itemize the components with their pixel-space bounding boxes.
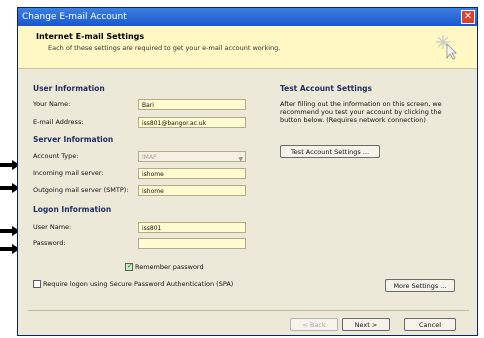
remember-password-checkbox[interactable]: ✓ xyxy=(125,262,133,271)
incoming-server-label: Incoming mail server: xyxy=(33,169,104,177)
spa-label: Require logon using Secure Password Auth… xyxy=(43,280,234,288)
chevron-down-icon: ▼ xyxy=(238,156,243,163)
window-title: Change E-mail Account xyxy=(22,12,127,22)
header-title: Internet E-mail Settings xyxy=(36,32,145,41)
your-name-label: Your Name: xyxy=(33,100,71,108)
your-name-field[interactable]: Bari xyxy=(138,99,246,110)
more-settings-button[interactable]: More Settings ... xyxy=(385,279,455,292)
remember-password-label: Remember password xyxy=(135,263,204,271)
user-info-heading: User Information xyxy=(33,84,105,93)
cancel-button[interactable]: Cancel xyxy=(404,318,456,331)
email-field[interactable]: iss801@bangor.ac.uk xyxy=(138,117,246,128)
password-field[interactable] xyxy=(138,238,246,249)
test-settings-description: After filling out the information on thi… xyxy=(280,100,442,124)
user-name-label: User Name: xyxy=(33,223,72,231)
change-email-dialog: Change E-mail Account ✕ Internet E-mail … xyxy=(17,7,478,336)
sparkle-cursor-icon xyxy=(436,35,457,60)
checkmark-icon: ✓ xyxy=(127,262,133,270)
user-name-field[interactable]: iss801 xyxy=(138,222,246,233)
header-subtitle: Each of these settings are required to g… xyxy=(48,44,281,52)
password-label: Password: xyxy=(33,239,66,247)
logon-info-heading: Logon Information xyxy=(33,205,112,214)
email-label: E-mail Address: xyxy=(33,118,84,126)
divider xyxy=(28,310,469,311)
test-account-settings-button[interactable]: Test Account Settings ... xyxy=(280,145,380,158)
incoming-server-field[interactable]: ishome xyxy=(138,168,246,179)
test-settings-heading: Test Account Settings xyxy=(280,84,372,93)
account-type-value: IMAP xyxy=(142,154,157,161)
spa-checkbox[interactable] xyxy=(33,280,41,288)
next-button[interactable]: Next > xyxy=(342,318,390,331)
back-button[interactable]: < Back xyxy=(290,318,338,331)
server-info-heading: Server Information xyxy=(33,135,114,144)
account-type-select: IMAP ▼ xyxy=(138,151,246,163)
header-band: Internet E-mail Settings Each of these s… xyxy=(18,26,477,69)
close-button[interactable]: ✕ xyxy=(461,10,475,24)
account-type-label: Account Type: xyxy=(33,152,79,160)
title-bar: Change E-mail Account ✕ xyxy=(18,8,477,26)
outgoing-server-label: Outgoing mail server (SMTP): xyxy=(33,186,129,194)
outgoing-server-field[interactable]: ishome xyxy=(138,185,246,196)
